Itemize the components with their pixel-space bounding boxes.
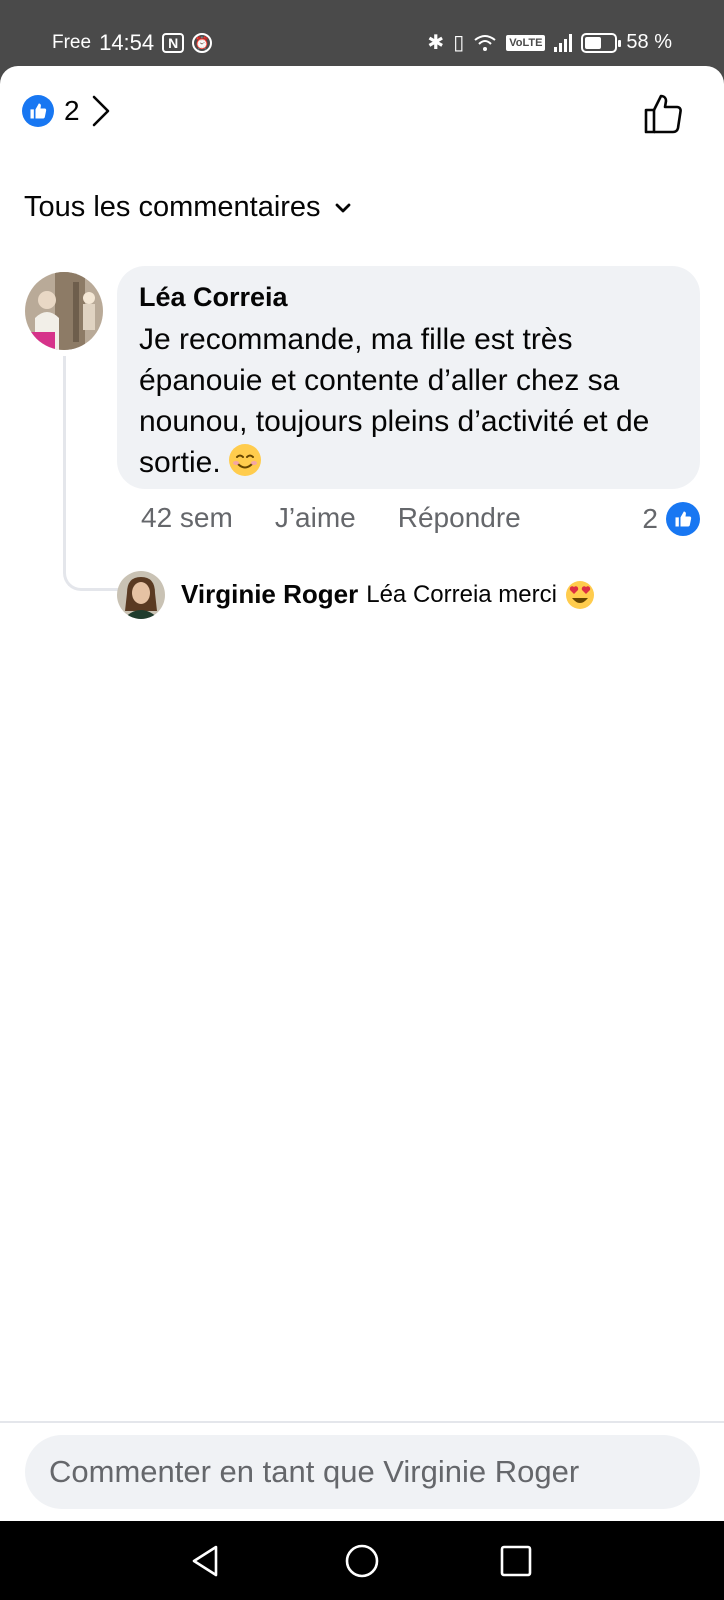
- comment-like-button[interactable]: J’aime: [275, 502, 356, 534]
- reply-item[interactable]: Virginie Roger Léa Correia merci: [181, 579, 595, 610]
- clock: 14:54: [99, 30, 155, 55]
- home-icon[interactable]: [342, 1541, 382, 1581]
- like-icon: [666, 502, 700, 536]
- composer-divider: [0, 1421, 724, 1423]
- recent-apps-icon[interactable]: [496, 1541, 536, 1581]
- comments-sheet: 2 Tous les commentaires Léa Correia Je r…: [0, 66, 724, 1521]
- comment-time: 42 sem: [141, 502, 233, 533]
- alarm-icon: ⏰: [192, 33, 213, 53]
- like-icon: [22, 95, 54, 127]
- chevron-down-icon: [335, 203, 350, 212]
- comment-filter-dropdown[interactable]: Tous les commentaires: [24, 191, 351, 224]
- comment-input[interactable]: [49, 1454, 700, 1490]
- comment-actions: 42 sem J’aime Répondre: [141, 502, 563, 534]
- bluetooth-icon: ✱: [427, 32, 445, 54]
- signal-icon: [554, 33, 573, 52]
- comment-reactions[interactable]: 2: [642, 502, 700, 536]
- status-bar: Free 14:54 N ⏰ ✱ ▯ VoLTE 58 %: [0, 0, 724, 66]
- volte-badge: VoLTE: [506, 34, 546, 51]
- thread-connector: [63, 356, 119, 591]
- reply-author[interactable]: Virginie Roger: [181, 579, 358, 610]
- thumbs-up-outline-icon[interactable]: [642, 92, 686, 136]
- comment-author[interactable]: Léa Correia: [139, 282, 678, 313]
- comment-reply-button[interactable]: Répondre: [398, 502, 521, 534]
- reaction-count: 2: [64, 95, 80, 126]
- comment-composer[interactable]: [25, 1435, 700, 1509]
- battery-fill: [585, 36, 602, 49]
- battery-percent: 58 %: [626, 31, 672, 53]
- wifi-icon: [474, 34, 496, 51]
- reactions-summary[interactable]: 2: [22, 94, 112, 128]
- comment-like-count: 2: [642, 503, 658, 534]
- battery-icon: [581, 32, 622, 53]
- comment-text: Je recommande, ma fille est très épanoui…: [139, 323, 650, 479]
- back-icon[interactable]: [186, 1541, 226, 1581]
- nfc-icon: N: [162, 33, 185, 53]
- heart-eyes-icon: [565, 580, 594, 609]
- carrier-label: Free: [52, 32, 92, 53]
- vibrate-icon: ▯: [453, 32, 465, 54]
- comment-body: Je recommande, ma fille est très épanoui…: [139, 319, 678, 483]
- avatar-lea-correia[interactable]: [25, 272, 103, 350]
- avatar-virginie-roger[interactable]: [117, 571, 165, 619]
- filter-label: Tous les commentaires: [24, 191, 321, 223]
- chevron-right-icon: [92, 95, 109, 127]
- reply-text: Léa Correia merci: [366, 580, 557, 608]
- smiling-face-icon: [228, 444, 261, 476]
- system-nav-bar: [0, 1521, 724, 1600]
- comment-bubble[interactable]: Léa Correia Je recommande, ma fille est …: [117, 266, 700, 489]
